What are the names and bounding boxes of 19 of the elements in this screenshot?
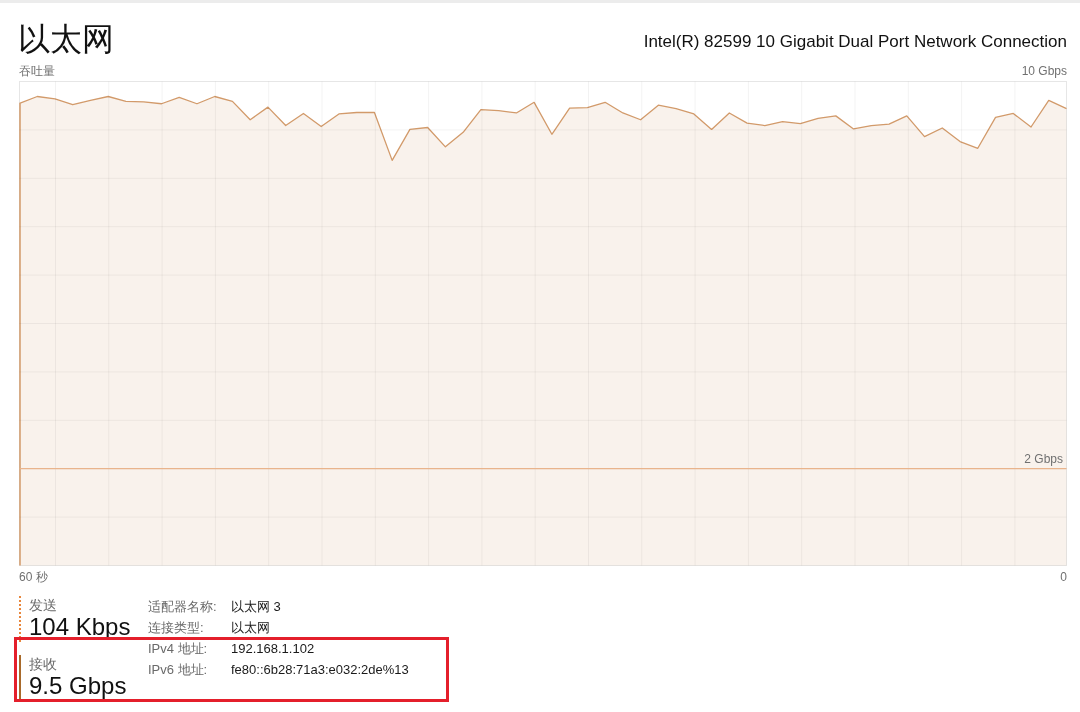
graph-max-label: 10 Gbps <box>1021 63 1067 79</box>
page-title: 以太网 <box>18 20 114 59</box>
detail-value: 192.168.1.102 <box>231 641 315 656</box>
detail-label: 适配器名称: <box>148 597 218 616</box>
stat-value: 104 Kbps <box>29 614 131 640</box>
stat-label: 接收 <box>29 655 58 673</box>
stat-value: 9.5 Gbps <box>29 673 127 699</box>
detail-value: fe80::6b28:71a3:e032:2de%13 <box>231 662 409 677</box>
detail-value: 以太网 3 <box>231 597 281 616</box>
stat-label: 发送 <box>29 596 58 614</box>
scale-line-label: 2 Gbps <box>1024 451 1063 466</box>
graph-title: 吞吐量 <box>19 63 55 79</box>
adapter-name: Intel(R) 82599 10 Gigabit Dual Port Network Connection <box>643 31 1067 53</box>
detail-label: IPv4 地址: <box>148 639 209 658</box>
graph-end-label: 0 <box>1060 569 1067 585</box>
detail-label: IPv6 地址: <box>148 660 209 679</box>
time-span-label: 60 秒 <box>19 569 48 585</box>
detail-value: 以太网 <box>231 618 270 637</box>
detail-label: 连接类型: <box>148 618 205 637</box>
